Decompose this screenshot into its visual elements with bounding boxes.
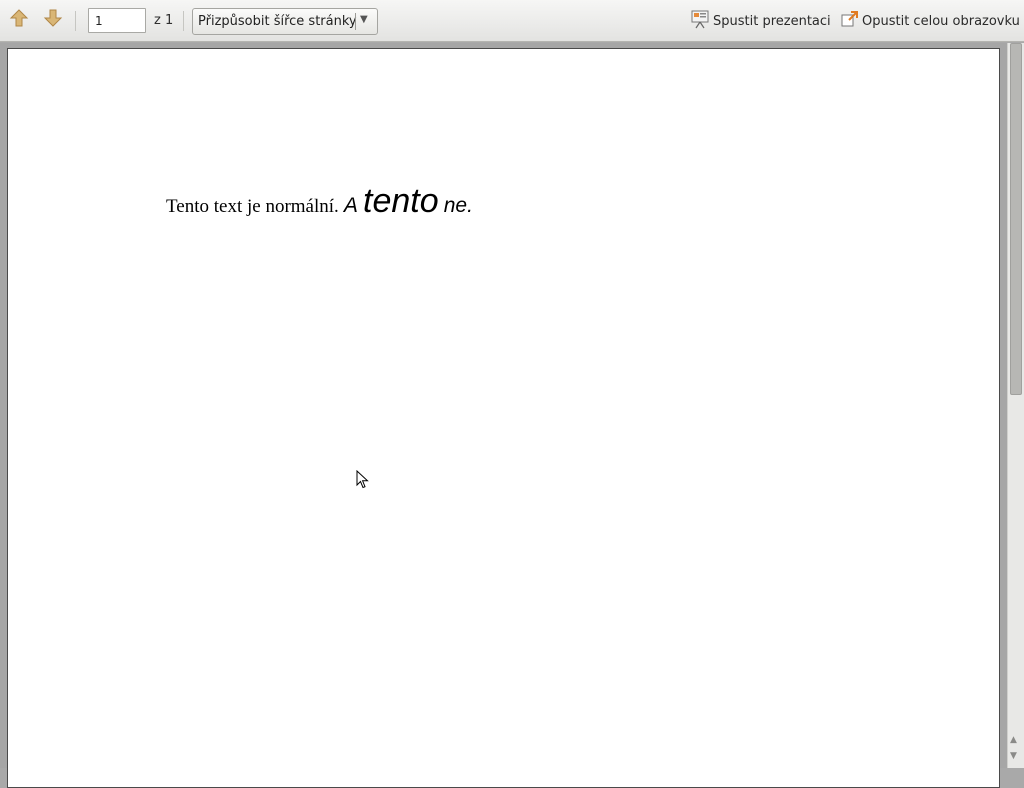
scrollbar-thumb[interactable] — [1010, 43, 1022, 395]
previous-page-button[interactable] — [8, 9, 30, 31]
scroll-down-icon[interactable]: ▼ — [1010, 751, 1017, 761]
large-italic-text: tento — [363, 182, 439, 220]
zoom-divider — [355, 13, 356, 30]
start-presentation-label: Spustit prezentaci — [713, 13, 831, 29]
scroll-up-icon[interactable]: ▲ — [1010, 735, 1017, 745]
arrow-down-icon — [43, 8, 63, 32]
mouse-cursor-icon — [356, 469, 370, 494]
normal-text: Tento text je normální. — [166, 196, 339, 217]
next-page-button[interactable] — [42, 9, 64, 31]
toolbar: z 1 Přizpůsobit šířce stránky ▼ Spustit … — [0, 0, 1024, 42]
toolbar-separator — [75, 11, 76, 31]
presentation-icon — [690, 9, 713, 33]
page-count-label: z 1 — [154, 13, 174, 28]
zoom-selected-value: Přizpůsobit šířce stránky — [198, 14, 357, 29]
page-number-input[interactable] — [88, 8, 146, 33]
chevron-down-icon: ▼ — [360, 14, 368, 25]
exit-fullscreen-icon — [841, 10, 862, 32]
vertical-scrollbar[interactable]: ▲ ▼ — [1007, 43, 1024, 768]
zoom-select[interactable]: Přizpůsobit šířce stránky ▼ — [192, 8, 378, 35]
exit-fullscreen-button[interactable]: Opustit celou obrazovku — [841, 10, 1020, 32]
start-presentation-button[interactable]: Spustit prezentaci — [690, 10, 831, 32]
toolbar-separator — [183, 11, 184, 31]
document-viewer[interactable]: Tento text je normální. A tento ne. — [0, 43, 1007, 788]
document-page: Tento text je normální. A tento ne. — [7, 48, 1000, 788]
italic-text-a: A — [343, 194, 358, 217]
exit-fullscreen-label: Opustit celou obrazovku — [862, 13, 1020, 29]
arrow-up-icon — [9, 8, 29, 32]
page-text-line: Tento text je normální. A tento ne. — [166, 182, 473, 221]
italic-text-end: ne. — [443, 194, 473, 217]
